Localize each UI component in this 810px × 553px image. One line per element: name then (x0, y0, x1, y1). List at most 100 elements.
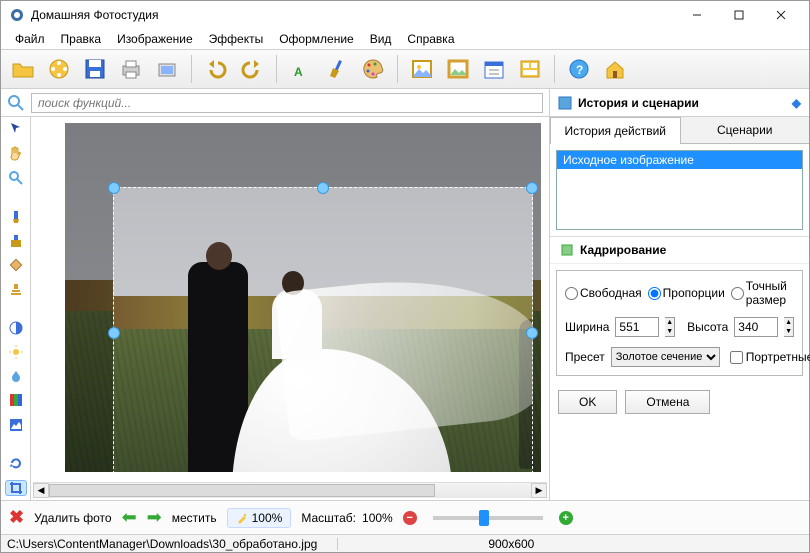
menu-design[interactable]: Оформление (271, 30, 361, 48)
rgb-tool-icon[interactable] (5, 393, 27, 407)
save-icon[interactable] (79, 53, 111, 85)
window-title: Домашняя Фотостудия (31, 8, 677, 22)
image-preview[interactable] (65, 123, 541, 472)
crop-handle-ne[interactable] (526, 182, 538, 194)
ok-button[interactable]: OK (558, 390, 617, 414)
preset-label: Пресет (565, 350, 605, 364)
scroll-right-button[interactable]: ▶ (531, 483, 547, 498)
menu-file[interactable]: Файл (7, 30, 53, 48)
hand-tool-icon[interactable] (5, 145, 27, 161)
redo-icon[interactable] (236, 53, 268, 85)
collage-icon[interactable] (514, 53, 546, 85)
scroll-left-button[interactable]: ◀ (33, 483, 49, 498)
scale-label: Масштаб: (301, 511, 356, 525)
statusbar: C:\Users\ContentManager\Downloads\30_обр… (1, 534, 809, 552)
canvas-area: ◀ ▶ (31, 117, 549, 500)
crop-panel-icon (560, 243, 574, 257)
text-icon[interactable]: A (285, 53, 317, 85)
cancel-button[interactable]: Отмена (625, 390, 710, 414)
undo-icon[interactable] (200, 53, 232, 85)
brightness-tool-icon[interactable] (5, 345, 27, 359)
width-label: Ширина (565, 320, 609, 334)
next-arrow-icon[interactable]: ➡ (147, 507, 162, 528)
main-toolbar: A ? (1, 49, 809, 89)
open-folder-icon[interactable] (7, 53, 39, 85)
minimize-button[interactable] (677, 4, 717, 26)
crop-handle-w[interactable] (108, 327, 120, 339)
menu-image[interactable]: Изображение (109, 30, 201, 48)
brush-icon[interactable] (321, 53, 353, 85)
print-icon[interactable] (115, 53, 147, 85)
blur-tool-icon[interactable] (5, 369, 27, 383)
menu-effects[interactable]: Эффекты (201, 30, 272, 48)
menu-help[interactable]: Справка (399, 30, 462, 48)
palette-icon[interactable] (357, 53, 389, 85)
height-input[interactable] (734, 317, 778, 337)
home-icon[interactable] (599, 53, 631, 85)
scroll-thumb[interactable] (49, 484, 435, 497)
crop-handle-n[interactable] (317, 182, 329, 194)
crop-border[interactable] (113, 187, 533, 472)
picture-icon[interactable] (406, 53, 438, 85)
mode-exact-radio[interactable]: Точный размер (731, 279, 794, 307)
rotate-tool-icon[interactable] (5, 456, 27, 470)
calendar-icon[interactable] (478, 53, 510, 85)
arrow-tool-icon[interactable] (5, 121, 27, 135)
history-panel-icon (558, 96, 572, 110)
portrait-checkbox[interactable]: Портретные (730, 350, 810, 364)
pin-icon[interactable]: ◆ (792, 96, 801, 110)
delete-icon[interactable]: ✖ (9, 507, 24, 528)
horizontal-scrollbar[interactable]: ◀ ▶ (33, 482, 547, 498)
zoom-in-button[interactable]: + (559, 511, 573, 525)
help-icon[interactable]: ? (563, 53, 595, 85)
wand-icon (236, 512, 248, 524)
width-input[interactable] (615, 317, 659, 337)
menu-view[interactable]: Вид (362, 30, 400, 48)
scan-icon[interactable] (151, 53, 183, 85)
crop-panel-title: Кадрирование (580, 243, 666, 257)
search-input[interactable] (31, 93, 543, 113)
history-list[interactable]: Исходное изображение (556, 150, 803, 230)
history-item[interactable]: Исходное изображение (557, 151, 802, 169)
zoom-slider[interactable] (433, 516, 543, 520)
contrast-tool-icon[interactable] (5, 320, 27, 334)
prev-arrow-icon[interactable]: ⬅ (122, 507, 137, 528)
scale-value: 100% (362, 511, 393, 525)
mode-prop-radio[interactable]: Пропорции (648, 286, 725, 300)
frame-icon[interactable] (442, 53, 474, 85)
move-label: местить (172, 511, 217, 525)
left-toolbox (1, 117, 31, 500)
width-spinner[interactable]: ▲▼ (665, 317, 675, 337)
titlebar: Домашняя Фотостудия (1, 1, 809, 29)
close-button[interactable] (761, 4, 801, 26)
preset-select[interactable]: Золотое сечение (611, 347, 720, 367)
history-panel-title: История и сценарии (578, 96, 699, 110)
crop-tool-icon[interactable] (5, 480, 27, 496)
zoom-out-button[interactable]: − (403, 511, 417, 525)
status-path: C:\Users\ContentManager\Downloads\30_обр… (7, 537, 317, 551)
height-label: Высота (687, 320, 728, 334)
bottom-toolbar: ✖ Удалить фото ⬅ ➡ местить 100% Масштаб:… (1, 500, 809, 534)
healing-tool-icon[interactable] (5, 258, 27, 272)
crop-handle-nw[interactable] (108, 182, 120, 194)
tab-scenarios[interactable]: Сценарии (681, 117, 810, 144)
status-dims: 900x600 (488, 537, 534, 551)
levels-tool-icon[interactable] (5, 418, 27, 432)
tab-history[interactable]: История действий (550, 117, 681, 144)
maximize-button[interactable] (719, 4, 759, 26)
clone-tool-icon[interactable] (5, 234, 27, 248)
zoom-fit-chip[interactable]: 100% (227, 508, 292, 528)
right-panel: История действий Сценарии Исходное изобр… (549, 117, 809, 500)
film-reel-icon[interactable] (43, 53, 75, 85)
height-spinner[interactable]: ▲▼ (784, 317, 794, 337)
svg-text:A: A (294, 65, 303, 79)
menu-edit[interactable]: Правка (53, 30, 110, 48)
zoom-thumb[interactable] (479, 510, 489, 526)
crop-handle-e[interactable] (526, 327, 538, 339)
zoom-tool-icon[interactable] (5, 171, 27, 185)
svg-text:?: ? (576, 63, 583, 77)
paint-tool-icon[interactable] (5, 209, 27, 223)
stamp-tool-icon[interactable] (5, 282, 27, 296)
mode-free-radio[interactable]: Свободная (565, 286, 642, 300)
search-icon (7, 94, 25, 112)
